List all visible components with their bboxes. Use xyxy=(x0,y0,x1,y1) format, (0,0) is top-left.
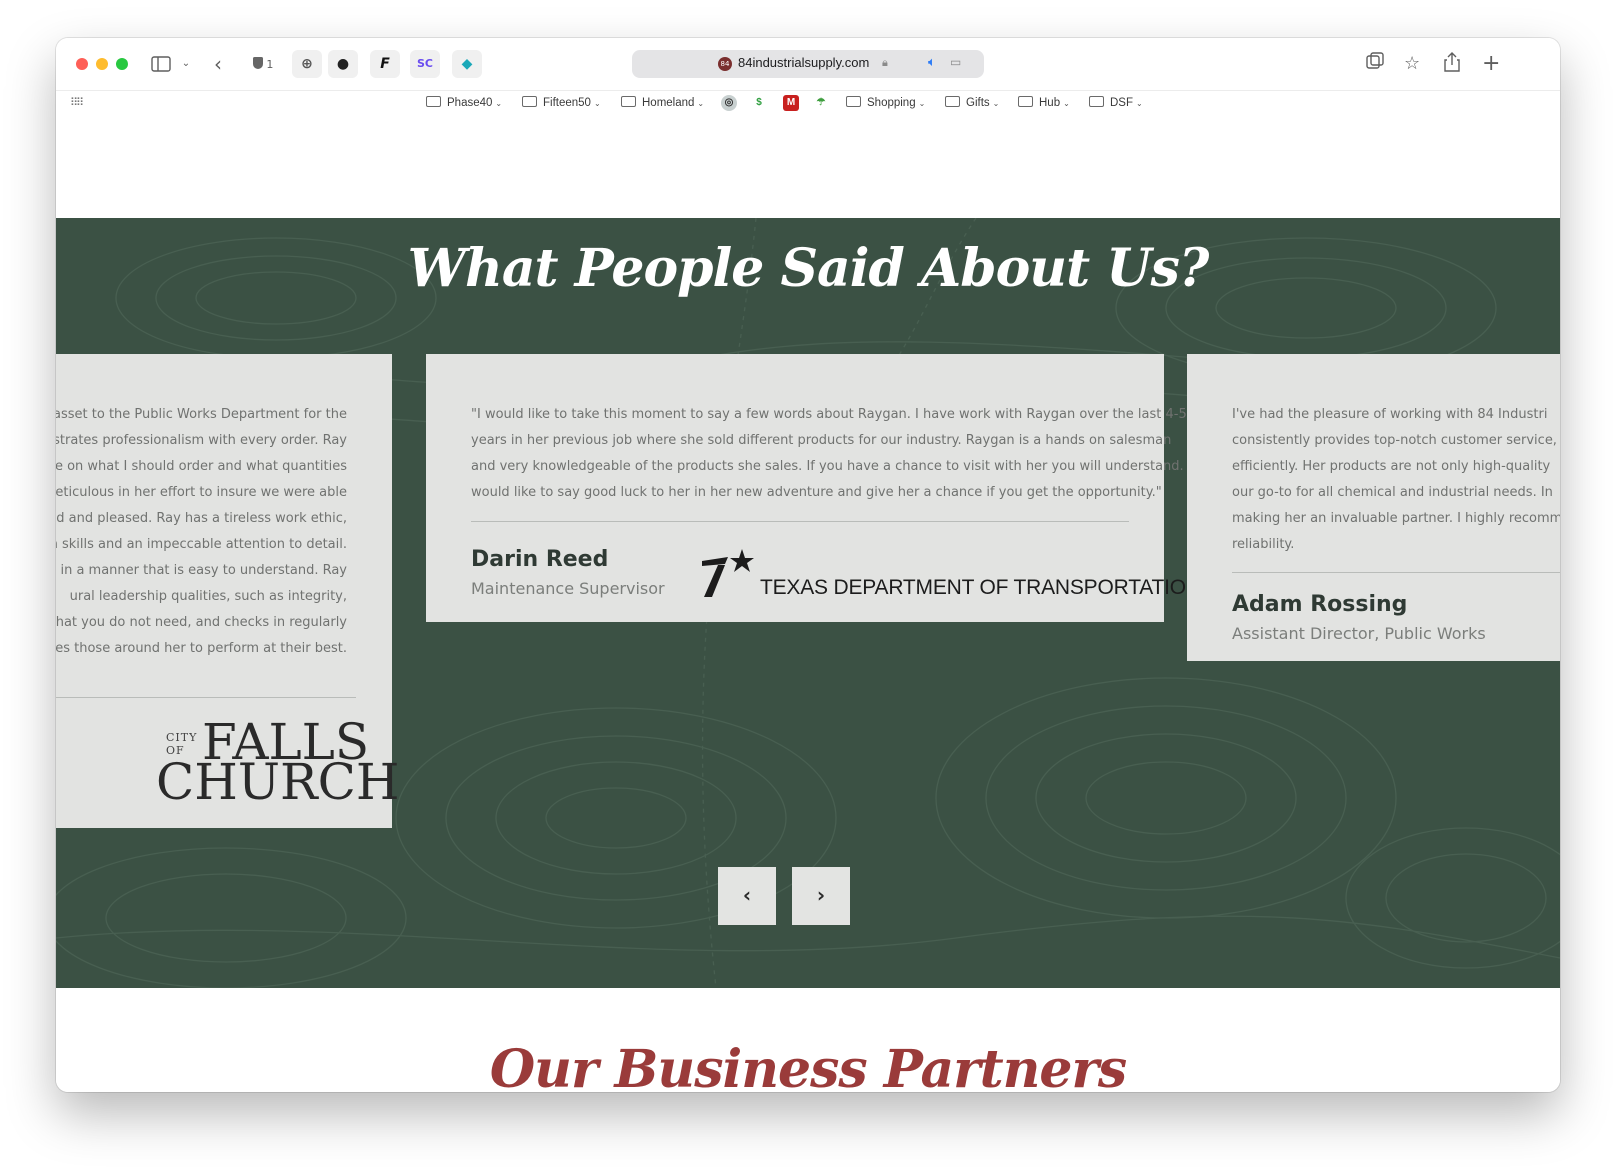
bookmark-openai-icon[interactable]: ◎ xyxy=(721,95,737,111)
card-divider xyxy=(1232,572,1560,573)
bookmark-folder-gifts[interactable]: Gifts ⌄ xyxy=(945,96,999,109)
share-icon[interactable] xyxy=(1444,52,1460,79)
bookmark-green-icon[interactable]: ☂ xyxy=(813,95,829,111)
bookmark-folder-shopping[interactable]: Shopping ⌄ xyxy=(846,96,925,109)
close-window-button[interactable] xyxy=(76,58,88,70)
bookmark-folder-fifteen50[interactable]: Fifteen50 ⌄ xyxy=(522,96,601,109)
testimonial-card-adam-rossing: I've had the pleasure of working with 84… xyxy=(1187,354,1560,661)
reviewer-role: Assistant Director, Public Works xyxy=(1232,624,1486,643)
apps-grid-icon[interactable]: ⠿⠿ xyxy=(70,96,84,109)
zoom-window-button[interactable] xyxy=(116,58,128,70)
testimonials-section: What People Said About Us? t asset to th… xyxy=(56,218,1560,988)
address-url[interactable]: 84industrialsupply.com xyxy=(738,55,869,70)
bookmark-star-icon[interactable]: ☆ xyxy=(1404,52,1420,76)
reviewer-name: Darin Reed xyxy=(471,547,609,572)
txdot-star-logo-icon xyxy=(702,549,754,597)
extension-plus-icon[interactable]: ⊕ xyxy=(292,50,322,78)
back-icon[interactable]: ‹ xyxy=(210,52,226,76)
bookmark-folder-dsf[interactable]: DSF ⌄ xyxy=(1089,96,1143,109)
extension-toggle-icon[interactable]: ● xyxy=(328,50,358,78)
extension-sc-icon[interactable]: SC xyxy=(410,50,440,78)
card-divider xyxy=(471,521,1129,522)
bookmark-folder-phase40[interactable]: Phase40 ⌄ xyxy=(426,96,502,109)
browser-window: ⌄ ‹ 1 ⊕ ● F SC ◆ 84 84industrialsupply.c… xyxy=(56,38,1560,1092)
extension-diamond-icon[interactable]: ◆ xyxy=(452,50,482,78)
testimonial-card-falls-church: t asset to the Public Works Department f… xyxy=(56,354,400,828)
pip-icon[interactable]: ▭ xyxy=(950,55,961,69)
tab-overview-icon[interactable] xyxy=(1366,52,1384,77)
bookmark-folder-hub[interactable]: Hub ⌄ xyxy=(1018,96,1070,109)
chevron-left-icon: ‹ xyxy=(742,883,752,907)
testimonial-quote: "I would like to take this moment to say… xyxy=(471,407,1192,500)
reviewer-role: Maintenance Supervisor xyxy=(471,579,665,598)
partners-title: Our Business Partners xyxy=(489,1039,1127,1092)
bookmark-dollar-icon[interactable]: $ xyxy=(751,95,767,111)
sidebar-toggle-icon[interactable] xyxy=(150,52,172,76)
site-favicon: 84 xyxy=(718,57,732,71)
speaker-icon[interactable]: 🔈︎ xyxy=(928,55,936,70)
chevron-down-icon[interactable]: ⌄ xyxy=(180,52,192,76)
reviewer-name: Adam Rossing xyxy=(1232,592,1408,617)
web-page: What People Said About Us? t asset to th… xyxy=(56,115,1560,1092)
bookmark-m-icon[interactable]: M xyxy=(783,95,799,111)
chevron-right-icon: › xyxy=(816,883,826,907)
shield-count: 1 xyxy=(266,58,274,71)
testimonial-quote: I've had the pleasure of working with 84… xyxy=(1232,407,1560,552)
extension-f-icon[interactable]: F xyxy=(370,50,400,78)
carousel-prev-button[interactable]: ‹ xyxy=(718,867,776,925)
txdot-logo-text: TEXAS DEPARTMENT OF TRANSPORTATION xyxy=(760,576,1201,599)
minimize-window-button[interactable] xyxy=(96,58,108,70)
testimonials-title: What People Said About Us? xyxy=(407,238,1210,299)
carousel-next-button[interactable]: › xyxy=(792,867,850,925)
browser-toolbar: ⌄ ‹ 1 ⊕ ● F SC ◆ 84 84industrialsupply.c… xyxy=(56,38,1560,90)
testimonial-quote: t asset to the Public Works Department f… xyxy=(56,407,347,656)
falls-church-logo: CITY OF FALLS CHURCH xyxy=(156,713,400,811)
address-bar[interactable]: 84 84industrialsupply.com 🔒︎ 🔈︎ ▭ xyxy=(632,50,984,78)
shield-icon[interactable]: 1 xyxy=(248,52,278,76)
new-tab-icon[interactable]: + xyxy=(1482,52,1500,76)
bookmarks-bar: ⠿⠿ Phase40 ⌄ Fifteen50 ⌄ Homeland ⌄ ◎ $ M ☂… xyxy=(56,90,1560,115)
lock-icon: 🔒︎ xyxy=(882,56,888,69)
testimonial-card-darin-reed: "I would like to take this moment to say… xyxy=(426,354,1201,622)
card-divider xyxy=(56,697,356,698)
bookmark-folder-homeland[interactable]: Homeland ⌄ xyxy=(621,96,704,109)
